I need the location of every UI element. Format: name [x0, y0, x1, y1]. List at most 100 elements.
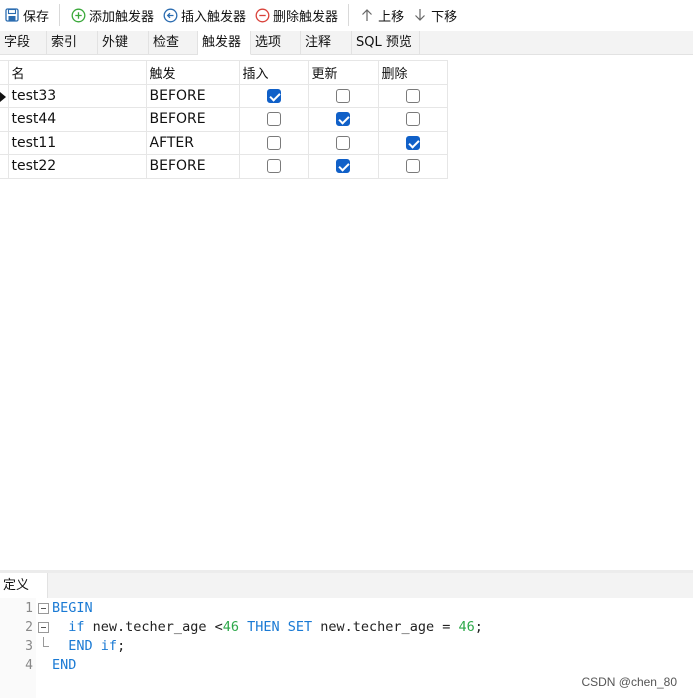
sql-number: 46 [222, 619, 239, 635]
update-checkbox[interactable] [336, 159, 350, 174]
delete-checkbox-cell [377, 107, 448, 132]
tab-fields[interactable]: 字段 [0, 31, 47, 55]
sql-keyword: END [52, 657, 77, 673]
trigger-name-cell[interactable]: test44 [7, 107, 147, 132]
insert-checkbox[interactable] [266, 135, 281, 150]
tab-checks[interactable]: 检查 [149, 31, 198, 55]
tab-definition[interactable]: 定义 [0, 573, 48, 598]
delete-checkbox-cell [377, 83, 448, 108]
add-trigger-label: 添加触发器 [89, 9, 155, 25]
code-text: END [52, 656, 76, 675]
plus-circle-icon [70, 7, 86, 23]
delete-checkbox[interactable] [405, 88, 420, 103]
insert-checkbox[interactable] [266, 159, 281, 174]
insert-checkbox-cell [238, 130, 309, 155]
row-marker[interactable] [0, 107, 9, 132]
row-marker[interactable] [0, 154, 9, 179]
trigger-fire-cell[interactable]: BEFORE [145, 83, 240, 108]
arrow-down-icon [412, 7, 428, 23]
insert-trigger-label: 插入触发器 [181, 9, 247, 25]
table-row[interactable]: test22 BEFORE [0, 154, 448, 179]
update-checkbox[interactable] [336, 112, 350, 127]
move-down-button[interactable]: 下移 [408, 1, 461, 29]
trigger-name-cell[interactable]: test33 [7, 83, 147, 108]
trigger-grid: 名 触发 插入 更新 删除 test33 BEFORE test44 BEFORE te… [0, 60, 448, 179]
delete-trigger-button[interactable]: 删除触发器 [250, 1, 342, 29]
insert-trigger-button[interactable]: 插入触发器 [158, 1, 250, 29]
column-header-update[interactable]: 更新 [307, 60, 379, 85]
delete-trigger-label: 删除触发器 [273, 9, 339, 25]
column-header-name[interactable]: 名 [7, 60, 147, 85]
sql-keyword: BEGIN [52, 600, 93, 616]
move-up-button[interactable]: 上移 [355, 1, 408, 29]
sql-text: ; [117, 638, 126, 654]
sql-number: 46 [458, 619, 475, 635]
toolbar: 保存 添加触发器 插入触发器 删除触发器 上移 下移 [0, 0, 693, 30]
code-line: 1 BEGIN [0, 599, 693, 618]
update-checkbox-cell [307, 154, 379, 179]
table-row[interactable]: test11 AFTER [0, 130, 448, 155]
trigger-name-cell[interactable]: test22 [7, 154, 147, 179]
column-header-insert[interactable]: 插入 [238, 60, 309, 85]
code-line: 3 END if; [0, 637, 693, 656]
row-marker[interactable] [0, 83, 9, 108]
update-checkbox[interactable] [336, 135, 350, 150]
watermark: CSDN @chen_80 [581, 675, 677, 689]
line-number: 1 [25, 601, 33, 616]
sql-keyword: if [100, 638, 118, 654]
line-number: 4 [25, 658, 33, 673]
delete-checkbox[interactable] [405, 135, 420, 150]
update-checkbox[interactable] [336, 88, 350, 103]
tab-foreign-keys[interactable]: 外键 [98, 31, 149, 55]
update-checkbox-cell [307, 130, 379, 155]
minus-circle-icon [254, 7, 270, 23]
add-trigger-button[interactable]: 添加触发器 [66, 1, 158, 29]
delete-checkbox[interactable] [405, 112, 420, 127]
insert-checkbox-cell [238, 107, 309, 132]
tab-comments[interactable]: 注释 [301, 31, 352, 55]
code-line: 2 if new.techer_age <46 THEN SET new.tec… [0, 618, 693, 637]
row-marker-header [0, 60, 9, 85]
delete-checkbox[interactable] [405, 159, 420, 174]
insert-checkbox[interactable] [266, 88, 281, 103]
fold-toggle-icon[interactable] [38, 603, 49, 614]
designer-tabs: 字段 索引 外键 检查 触发器 选项 注释 SQL 预览 [0, 31, 693, 55]
fold-toggle-icon[interactable] [38, 622, 49, 633]
table-row[interactable]: test44 BEFORE [0, 107, 448, 132]
save-label: 保存 [23, 9, 50, 25]
delete-checkbox-cell [377, 130, 448, 155]
code-text: BEGIN [52, 599, 93, 618]
trigger-fire-cell[interactable]: BEFORE [145, 107, 240, 132]
update-checkbox-cell [307, 107, 379, 132]
tab-sql-preview[interactable]: SQL 预览 [352, 31, 420, 55]
grid-body: test33 BEFORE test44 BEFORE test11 AFTER test2… [0, 83, 448, 179]
tab-indexes[interactable]: 索引 [47, 31, 98, 55]
insert-checkbox[interactable] [266, 112, 281, 127]
column-header-fire[interactable]: 触发 [145, 60, 240, 85]
sql-keyword: SET [287, 619, 313, 635]
arrow-left-circle-icon [162, 7, 178, 23]
trigger-fire-cell[interactable]: AFTER [145, 130, 240, 155]
definition-tabs: 定义 [0, 573, 693, 598]
move-up-label: 上移 [378, 9, 405, 25]
line-number: 2 [25, 620, 33, 635]
sql-text: new.techer_age = [312, 619, 459, 635]
arrow-up-icon [359, 7, 375, 23]
code-line: 4 END [0, 656, 693, 675]
row-marker[interactable] [0, 130, 9, 155]
tab-options[interactable]: 选项 [251, 31, 301, 55]
update-checkbox-cell [307, 83, 379, 108]
toolbar-separator [348, 4, 350, 26]
code-text: END if; [52, 637, 125, 656]
trigger-name-cell[interactable]: test11 [7, 130, 147, 155]
column-header-delete[interactable]: 删除 [377, 60, 448, 85]
trigger-fire-cell[interactable]: BEFORE [145, 154, 240, 179]
tab-triggers[interactable]: 触发器 [198, 31, 251, 55]
table-row[interactable]: test33 BEFORE [0, 83, 448, 108]
sql-keyword: END [68, 638, 93, 654]
line-number: 3 [25, 639, 33, 654]
save-button[interactable]: 保存 [0, 1, 53, 29]
